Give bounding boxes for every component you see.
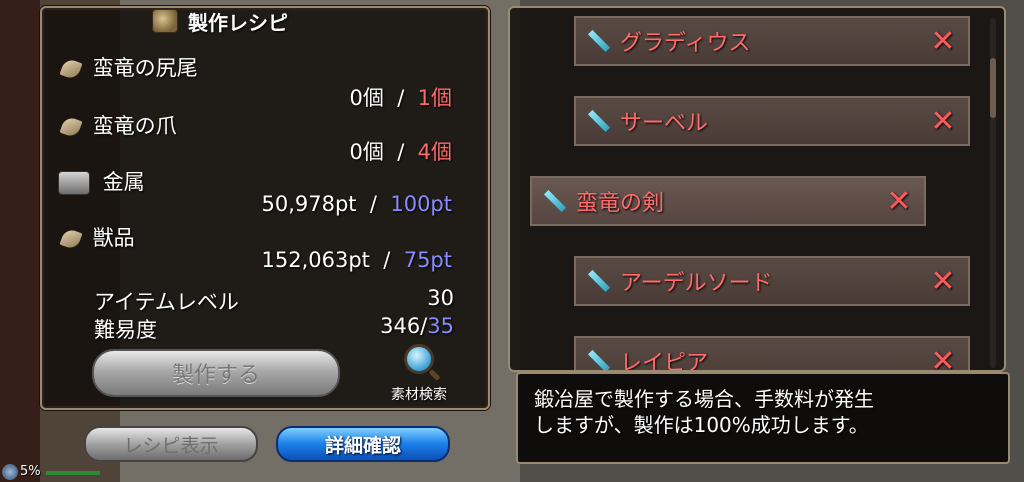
quantity-separator: / [369, 192, 377, 216]
material-quantity: 0個 / 4個 [349, 136, 452, 166]
recipe-name: レイピア [620, 351, 709, 372]
material-quantity: 0個 / 1個 [349, 82, 452, 112]
difficulty-value: 346/35 [380, 314, 454, 338]
progress-bar [46, 471, 100, 475]
sword-icon [588, 270, 610, 292]
remove-icon[interactable]: ✕ [918, 344, 968, 371]
material-have: 152,063pt [261, 248, 370, 272]
material-row: 金属 [58, 166, 145, 196]
material-need: 1個 [417, 86, 452, 110]
item-level-label: アイテムレベル [94, 290, 239, 314]
quantity-separator: / [383, 248, 391, 272]
recipe-list-scrollbar[interactable] [990, 18, 996, 368]
material-search-label: 素材検索 [391, 387, 447, 403]
claw-icon [59, 115, 83, 139]
scrollbar-thumb[interactable] [990, 58, 996, 118]
claw-icon [59, 57, 83, 81]
material-have: 0個 [349, 86, 384, 110]
list-item[interactable]: サーベル ✕ [574, 96, 970, 146]
info-message-line: 鍛冶屋で製作する場合、手数料が発生 [534, 387, 874, 411]
difficulty-label: 難易度 [94, 318, 157, 342]
recipe-name: アーデルソード [620, 271, 773, 296]
info-message-line: しますが、製作は100%成功します。 [534, 413, 869, 437]
globe-icon [2, 464, 18, 480]
recipe-name: サーベル [620, 111, 709, 136]
difficulty-target: 35 [427, 314, 454, 338]
material-quantity: 50,978pt / 100pt [262, 192, 453, 216]
material-name: 蛮竜の爪 [92, 114, 177, 138]
remove-icon[interactable]: ✕ [918, 264, 968, 299]
material-quantity: 152,063pt / 75pt [262, 248, 453, 272]
sword-icon [588, 110, 610, 132]
status-bar: 5% [0, 464, 1024, 482]
metal-ingot-icon [58, 171, 90, 195]
recipe-list-panel: グラディウス ✕ サーベル ✕ 蛮竜の剣 ✕ アーデルソード ✕ レイピア ✕ [508, 6, 1006, 372]
sword-icon [588, 350, 610, 370]
crafting-recipe-panel: 製作レシピ 蛮竜の尻尾 0個 / 1個 蛮竜の爪 0個 / 4個 金属 50,9… [40, 6, 490, 410]
material-have: 0個 [349, 140, 384, 164]
sword-icon [544, 190, 566, 212]
list-item[interactable]: レイピア ✕ [574, 336, 970, 372]
material-row: 蛮竜の爪 [59, 110, 177, 140]
quantity-separator: / [397, 140, 405, 164]
craft-button[interactable]: 製作する [92, 349, 340, 397]
recipe-display-button[interactable]: レシピ表示 [84, 426, 258, 462]
treasure-chest-icon [152, 9, 178, 33]
magnifier-icon [404, 344, 434, 374]
panel-title: 製作レシピ [188, 10, 288, 35]
material-need: 75pt [403, 248, 452, 272]
material-name: 金属 [102, 170, 145, 194]
recipe-name: 蛮竜の剣 [576, 191, 665, 216]
remove-icon[interactable]: ✕ [918, 24, 968, 59]
remove-icon[interactable]: ✕ [918, 104, 968, 139]
sword-icon [588, 30, 610, 52]
material-name: 蛮竜の尻尾 [92, 56, 198, 80]
detail-confirm-button[interactable]: 詳細確認 [276, 426, 450, 462]
info-message-box: 鍛冶屋で製作する場合、手数料が発生 しますが、製作は100%成功します。 [516, 372, 1010, 464]
material-row: 蛮竜の尻尾 [59, 52, 198, 82]
quantity-separator: / [397, 86, 405, 110]
material-have: 50,978pt [261, 192, 357, 216]
item-level-value: 30 [427, 286, 454, 310]
panel-title-bar: 製作レシピ [152, 4, 392, 38]
material-search-button[interactable]: 素材検索 [374, 344, 464, 404]
material-need: 4個 [417, 140, 452, 164]
difficulty-current: 346/ [380, 314, 428, 338]
remove-icon[interactable]: ✕ [874, 184, 924, 219]
list-item-selected[interactable]: 蛮竜の剣 ✕ [530, 176, 926, 226]
material-row: 獣品 [59, 222, 135, 252]
claw-icon [59, 227, 83, 251]
material-need: 100pt [390, 192, 452, 216]
status-percent: 5% [20, 464, 41, 479]
list-item[interactable]: グラディウス ✕ [574, 16, 970, 66]
recipe-name: グラディウス [620, 31, 751, 56]
list-item[interactable]: アーデルソード ✕ [574, 256, 970, 306]
material-name: 獣品 [92, 226, 135, 250]
